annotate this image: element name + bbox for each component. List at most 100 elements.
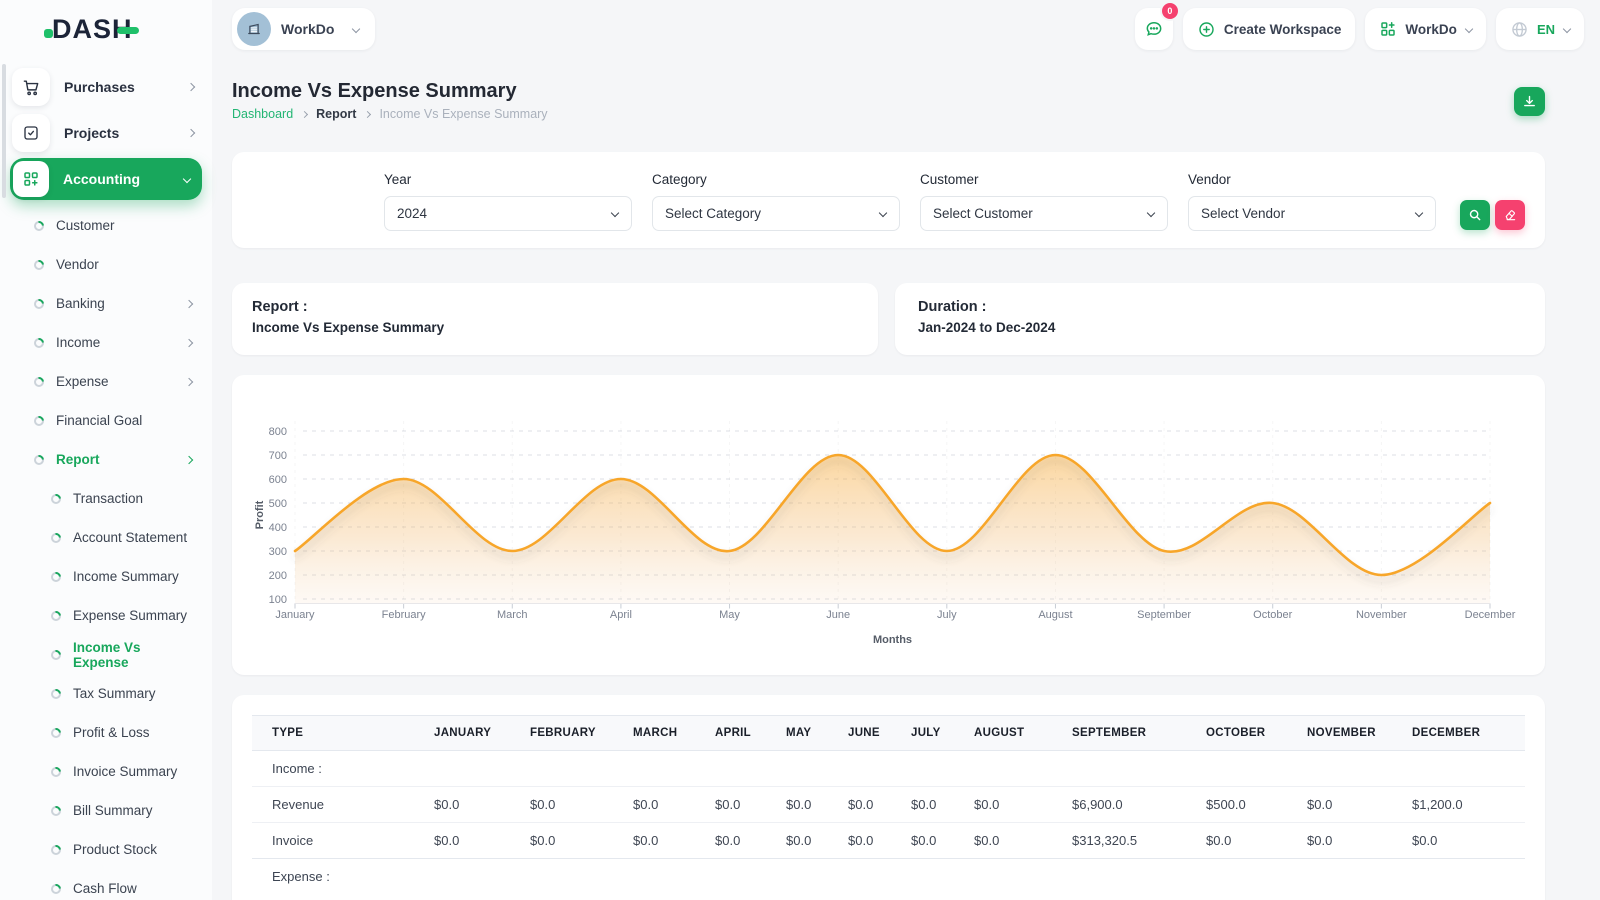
workspace-switcher[interactable]: WorkDo: [1365, 8, 1486, 50]
table-cell: $0.0: [695, 823, 766, 859]
app-root: DASH Purchases Projects: [0, 0, 1600, 900]
table-header-cell: JUNE: [828, 716, 891, 751]
x-tick-label: October: [1253, 609, 1292, 621]
sidebar-item-projects[interactable]: Projects: [8, 110, 204, 156]
download-icon: [1522, 94, 1537, 109]
apply-filter-button[interactable]: [1460, 200, 1490, 230]
messages-button[interactable]: 0: [1135, 8, 1173, 50]
report-card-title: Report :: [252, 299, 858, 315]
language-code: EN: [1537, 22, 1555, 37]
customer-select[interactable]: Select Customer: [920, 196, 1168, 231]
logo-accent-dot: [44, 29, 53, 38]
sidebar-item-income-summary[interactable]: Income Summary: [8, 557, 204, 596]
breadcrumb-report[interactable]: Report: [316, 107, 356, 121]
sidebar-item-account-statement[interactable]: Account Statement: [8, 518, 204, 557]
y-tick-label: 200: [269, 570, 287, 582]
sidebar-item-label: Projects: [64, 125, 188, 141]
chevron-right-icon: [301, 110, 308, 117]
create-workspace-button[interactable]: Create Workspace: [1183, 8, 1356, 50]
sidebar-item-expense-summary[interactable]: Expense Summary: [8, 596, 204, 635]
table-header-cell: JULY: [891, 716, 954, 751]
search-icon: [1468, 208, 1482, 222]
sidebar-item-banking[interactable]: Banking: [8, 284, 204, 323]
table-row-label: Invoice: [252, 823, 414, 859]
chevron-down-icon: [879, 209, 887, 217]
table-cell: $313,320.5: [1052, 823, 1186, 859]
table-cell: $0.0: [414, 787, 510, 823]
grid-plus-icon: [1379, 20, 1397, 38]
table-cell: $0.0: [954, 823, 1052, 859]
language-selector[interactable]: EN: [1496, 8, 1584, 50]
workspace-name: WorkDo: [281, 21, 334, 37]
messages-badge: 0: [1162, 3, 1178, 19]
table-cell: $0.0: [613, 787, 695, 823]
sidebar-item-financial-goal[interactable]: Financial Goal: [8, 401, 204, 440]
bullet-icon: [51, 572, 61, 582]
sidebar-item-customer[interactable]: Customer: [8, 206, 204, 245]
category-select[interactable]: Select Category: [652, 196, 900, 231]
report-summary-card: Report : Income Vs Expense Summary: [232, 283, 878, 355]
sidebar-scrollbar[interactable]: [2, 64, 6, 198]
bullet-icon: [51, 845, 61, 855]
breadcrumb-current: Income Vs Expense Summary: [379, 107, 547, 121]
table-header-cell: TYPE: [252, 716, 414, 751]
table-header-cell: OCTOBER: [1186, 716, 1287, 751]
table-row-label: Revenue: [252, 787, 414, 823]
table-cell: $0.0: [891, 787, 954, 823]
year-select[interactable]: 2024: [384, 196, 632, 231]
brand-logo[interactable]: DASH: [0, 0, 212, 58]
table-header-cell: JANUARY: [414, 716, 510, 751]
bullet-icon: [51, 884, 61, 894]
sidebar-item-purchases[interactable]: Purchases: [8, 64, 204, 110]
vendor-select[interactable]: Select Vendor: [1188, 196, 1436, 231]
table-header-cell: AUGUST: [954, 716, 1052, 751]
sidebar-item-income[interactable]: Income: [8, 323, 204, 362]
sidebar-item-income-vs-expense[interactable]: Income Vs Expense: [8, 635, 204, 674]
table-group-label: Income :: [252, 751, 1525, 787]
x-axis-title: Months: [873, 634, 912, 646]
workspace-selector[interactable]: WorkDo: [232, 8, 375, 50]
table-cell: $0.0: [828, 787, 891, 823]
sidebar-item-vendor[interactable]: Vendor: [8, 245, 204, 284]
category-field: Category Select Category: [652, 172, 900, 231]
breadcrumb-dashboard[interactable]: Dashboard: [232, 107, 293, 121]
sidebar-item-expense[interactable]: Expense: [8, 362, 204, 401]
bullet-icon: [51, 611, 61, 621]
sidebar-item-tax-summary[interactable]: Tax Summary: [8, 674, 204, 713]
year-label: Year: [384, 172, 632, 187]
chevron-down-icon: [1563, 25, 1571, 33]
sidebar-item-profit-loss[interactable]: Profit & Loss: [8, 713, 204, 752]
sidebar-item-bill-summary[interactable]: Bill Summary: [8, 791, 204, 830]
sidebar-item-cash-flow[interactable]: Cash Flow: [8, 869, 204, 900]
chevron-down-icon: [1415, 209, 1423, 217]
bullet-icon: [34, 455, 44, 465]
cart-icon: [12, 68, 50, 106]
x-tick-label: February: [382, 609, 427, 621]
plus-circle-icon: [1197, 20, 1216, 39]
sidebar-item-report[interactable]: Report: [8, 440, 204, 479]
sidebar-item-invoice-summary[interactable]: Invoice Summary: [8, 752, 204, 791]
table-cell: $0.0: [954, 787, 1052, 823]
table-cell: $0.0: [766, 787, 828, 823]
sidebar-item-accounting[interactable]: Accounting: [10, 158, 202, 200]
bullet-icon: [51, 533, 61, 543]
profit-chart-card: 800700600500400300200100JanuaryFebruaryM…: [232, 375, 1545, 675]
y-tick-label: 800: [269, 426, 287, 438]
bullet-icon: [34, 377, 44, 387]
page-title: Income Vs Expense Summary: [232, 80, 517, 103]
reset-filter-button[interactable]: [1495, 200, 1525, 230]
table-group-row: Expense :: [252, 859, 1525, 895]
duration-card-title: Duration :: [918, 299, 1522, 315]
table-header-cell: FEBRUARY: [510, 716, 613, 751]
x-tick-label: November: [1356, 609, 1407, 621]
table-row: Revenue$0.0$0.0$0.0$0.0$0.0$0.0$0.0$0.0$…: [252, 787, 1525, 823]
download-button[interactable]: [1514, 87, 1545, 116]
income-expense-table: TYPEJANUARYFEBRUARYMARCHAPRILMAYJUNEJULY…: [252, 715, 1525, 894]
sidebar-item-transaction[interactable]: Transaction: [8, 479, 204, 518]
report-card-value: Income Vs Expense Summary: [252, 320, 858, 335]
sidebar-item-product-stock[interactable]: Product Stock: [8, 830, 204, 869]
bullet-icon: [34, 260, 44, 270]
table-header-cell: NOVEMBER: [1287, 716, 1392, 751]
y-tick-label: 500: [269, 498, 287, 510]
table-cell: $6,900.0: [1052, 787, 1186, 823]
